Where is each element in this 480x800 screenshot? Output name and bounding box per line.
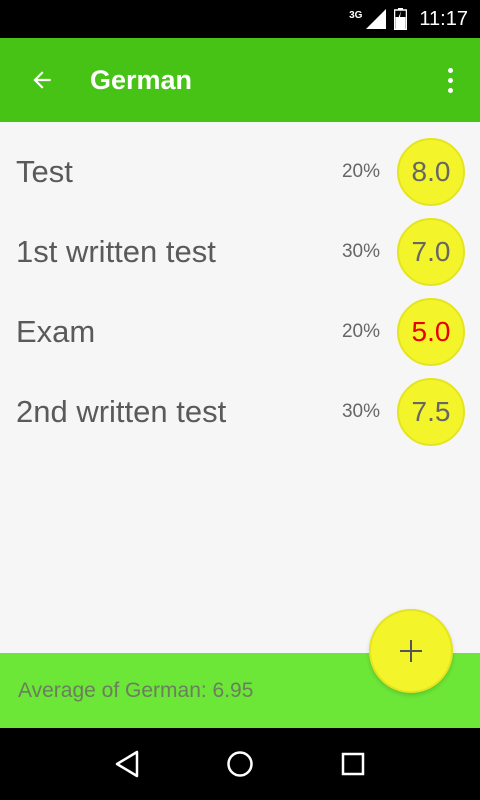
grade-name: 2nd written test <box>16 394 227 429</box>
grade-weight: 20% <box>341 161 380 182</box>
grade-value-badge: 7.5 <box>397 378 465 446</box>
grade-weight: 30% <box>341 241 380 262</box>
grade-weight: 20% <box>341 321 380 342</box>
grade-row-test[interactable]: Test 20% 8.0 <box>0 132 480 212</box>
square-recents-icon <box>342 752 365 776</box>
grade-row-exam[interactable]: Exam 20% 5.0 <box>0 292 480 372</box>
triangle-back-icon <box>115 750 138 778</box>
grade-weight: 30% <box>341 401 380 422</box>
page-title: German <box>90 64 193 95</box>
grade-list: Test 20% 8.0 1st written test 30% 7.0 Ex… <box>0 132 480 452</box>
grade-row-2nd-written-test[interactable]: 2nd written test 30% 7.5 <box>0 372 480 452</box>
add-icon <box>400 640 422 662</box>
circle-home-icon <box>227 751 253 777</box>
nav-recents-button[interactable] <box>323 734 383 794</box>
system-nav-bar <box>0 728 480 800</box>
average-text: Average of German: 6.95 <box>18 678 254 702</box>
status-bar: 3G 11:17 <box>0 0 480 38</box>
grade-value-badge: 5.0 <box>397 298 465 366</box>
grade-value-badge: 8.0 <box>397 138 465 206</box>
back-button[interactable] <box>6 38 78 122</box>
overflow-menu-button[interactable] <box>426 38 474 122</box>
battery-icon <box>394 8 408 30</box>
network-type: 3G <box>349 9 363 21</box>
nav-back-button[interactable] <box>97 734 157 794</box>
app-bar: German <box>0 38 480 122</box>
add-grade-button[interactable] <box>369 609 453 693</box>
grade-name: Exam <box>16 314 96 349</box>
grade-row-1st-written-test[interactable]: 1st written test 30% 7.0 <box>0 212 480 292</box>
more-vert-icon <box>447 67 453 93</box>
grade-name: 1st written test <box>16 234 216 269</box>
screen: 3G 11:17 German Test 20% 8.0 1st written… <box>0 0 480 800</box>
nav-home-button[interactable] <box>210 734 270 794</box>
grade-value-badge: 7.0 <box>397 218 465 286</box>
signal-icon <box>366 9 387 29</box>
grade-name: Test <box>16 154 73 189</box>
status-clock: 11:17 <box>419 7 468 30</box>
arrow-back-icon <box>33 71 51 89</box>
